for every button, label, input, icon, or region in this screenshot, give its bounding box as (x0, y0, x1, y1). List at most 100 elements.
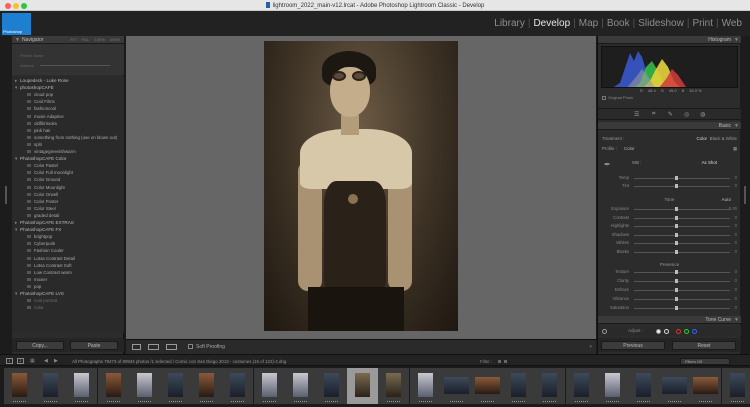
slider-track[interactable] (634, 217, 730, 219)
filmstrip-thumbnail[interactable] (659, 368, 691, 404)
preset-item[interactable]: pop (26, 284, 41, 289)
preset-item[interactable]: brightpop (26, 234, 52, 239)
preset-item[interactable]: Color Full moonlight (26, 170, 73, 175)
filmstrip-thumbnail[interactable] (378, 368, 410, 404)
filmstrip-thumbnail[interactable] (222, 368, 254, 404)
before-after-split-icon[interactable] (166, 344, 177, 350)
filmstrip-thumbnail[interactable] (253, 368, 285, 404)
filmstrip-thumbnail[interactable] (690, 368, 722, 404)
filmstrip-source[interactable]: All Photographs 79473 of 80934 photos /1… (72, 359, 286, 364)
preset-item[interactable]: Color Orwell (26, 192, 58, 197)
slider-knob[interactable] (675, 270, 678, 274)
slider-track[interactable] (634, 226, 730, 228)
preset-item[interactable]: something from nothing (use on blown out… (26, 135, 117, 140)
filmstrip-thumbnail[interactable] (347, 368, 379, 404)
before-after-icon[interactable] (148, 344, 159, 350)
preset-folder[interactable]: ▾ PhotoshopCAFE FX (15, 227, 61, 232)
profile-value[interactable]: Color (624, 146, 635, 151)
grid-view-icon[interactable]: ▦ (30, 358, 35, 364)
filmstrip-thumbnail[interactable] (66, 368, 98, 404)
slider-knob[interactable] (675, 215, 678, 220)
filmstrip-thumbnail[interactable] (565, 368, 597, 404)
slider-value[interactable]: 0 (735, 287, 737, 292)
slider-track[interactable] (634, 252, 730, 253)
tone-auto-button[interactable]: Auto (722, 197, 731, 202)
slider-knob[interactable] (675, 288, 678, 292)
filmstrip-thumbnail[interactable] (534, 368, 566, 404)
preset-folder[interactable]: ▸ PhotoshopCAFE EXTRAS (15, 220, 74, 225)
masking-icon[interactable]: ◍ (700, 111, 705, 118)
main-photo[interactable] (264, 41, 458, 331)
curve-point-icon[interactable] (664, 329, 669, 334)
preset-folder[interactable]: ▾ PhotoshopCAFE Color (15, 156, 66, 161)
zoom-100[interactable]: 100% (95, 36, 105, 44)
slider-track[interactable] (634, 243, 730, 245)
preset-item[interactable]: cloud pop (26, 92, 53, 97)
preset-folder[interactable]: ▸ Loupedeck - Luke Rose (15, 78, 69, 83)
module-book[interactable]: Book (605, 18, 632, 29)
filmstrip-thumbnail[interactable] (721, 368, 750, 404)
zoom-400[interactable]: 400% (110, 36, 120, 44)
slider-track[interactable] (634, 281, 730, 282)
slider-track[interactable] (634, 290, 730, 291)
slider-track[interactable] (634, 209, 730, 210)
main-window-toggle[interactable]: 1 (6, 358, 13, 364)
preset-item[interactable]: pink hair (27, 128, 51, 133)
preset-item[interactable]: cool portrait (27, 298, 57, 303)
slider-knob[interactable] (675, 184, 678, 188)
module-print[interactable]: Print (690, 18, 715, 29)
left-panel-grip[interactable] (5, 186, 7, 204)
copy-button[interactable]: Copy... (16, 341, 64, 350)
crop-icon[interactable]: ⌗ (652, 111, 655, 118)
slider-value[interactable]: 0 (735, 232, 737, 237)
filmstrip-thumbnail[interactable] (35, 368, 67, 404)
preset-item[interactable]: Fashion Cooler (27, 248, 64, 253)
slider-value[interactable]: 0 (735, 249, 737, 254)
preset-item[interactable]: Color Pastel (27, 163, 58, 168)
preset-folder[interactable]: ▾ photoshopCAFE (15, 85, 54, 90)
filmstrip-thumbnail[interactable] (4, 368, 35, 404)
preset-item[interactable]: vintagegreenishwarm (27, 149, 76, 154)
red-eye-icon[interactable]: ◎ (684, 111, 689, 118)
amount-slider[interactable] (40, 65, 110, 66)
back-arrow-icon[interactable]: ◀ (44, 358, 48, 364)
folder-expanded-icon[interactable]: ▾ (15, 291, 17, 297)
filmstrip-thumbnail[interactable] (97, 368, 129, 404)
filmstrip-thumbnail[interactable] (409, 368, 441, 404)
slider-value[interactable]: 0 (735, 215, 737, 220)
slider-value[interactable]: 0 (735, 305, 737, 310)
filmstrip-thumbnail[interactable] (628, 368, 659, 404)
curve-green-icon[interactable] (684, 329, 689, 334)
slider-value[interactable]: 0 (735, 296, 737, 301)
preset-item[interactable]: Cyberpunk (26, 241, 55, 246)
slider-knob[interactable] (675, 279, 678, 283)
wb-value[interactable]: As Shot (702, 160, 717, 165)
histogram-panel-header[interactable]: Histogram ▼ (598, 36, 741, 44)
slider-knob[interactable] (675, 306, 678, 310)
preset-folder[interactable]: ▾ PhotoshopCAFE LVS (15, 291, 64, 296)
preset-item[interactable]: moxie Adaptive (27, 114, 64, 119)
slider-value[interactable]: 0 (735, 175, 737, 180)
preset-item[interactable]: Low Contrast warm (27, 270, 72, 275)
slider-value[interactable]: 0 (735, 223, 737, 228)
curve-red-icon[interactable] (676, 329, 681, 334)
module-map[interactable]: Map (577, 18, 600, 29)
folder-collapsed-icon[interactable]: ▸ (15, 78, 17, 84)
zoom-fit[interactable]: FIT (71, 36, 77, 44)
navigator-preview[interactable]: Preset: None Amount (12, 44, 124, 75)
forward-arrow-icon[interactable]: ▶ (54, 358, 58, 364)
right-panel-edge[interactable] (740, 36, 750, 354)
preset-item[interactable]: Color Steel (27, 206, 56, 211)
preset-item[interactable]: split (27, 142, 42, 147)
filmstrip-thumbnail[interactable] (284, 368, 316, 404)
module-develop[interactable]: Develop (531, 18, 572, 29)
loupe-view-icon[interactable] (132, 344, 141, 350)
previous-button[interactable]: Previous (601, 341, 665, 350)
folder-expanded-icon[interactable]: ▾ (15, 156, 17, 162)
healing-brush-icon[interactable]: ✎ (668, 111, 673, 118)
treatment-bw-option[interactable]: Black & White (710, 136, 737, 141)
slider-knob[interactable] (675, 224, 678, 229)
left-panel-edge[interactable] (0, 36, 12, 354)
preset-item[interactable]: Color Poster (26, 199, 58, 204)
right-panel-grip[interactable] (744, 186, 746, 204)
